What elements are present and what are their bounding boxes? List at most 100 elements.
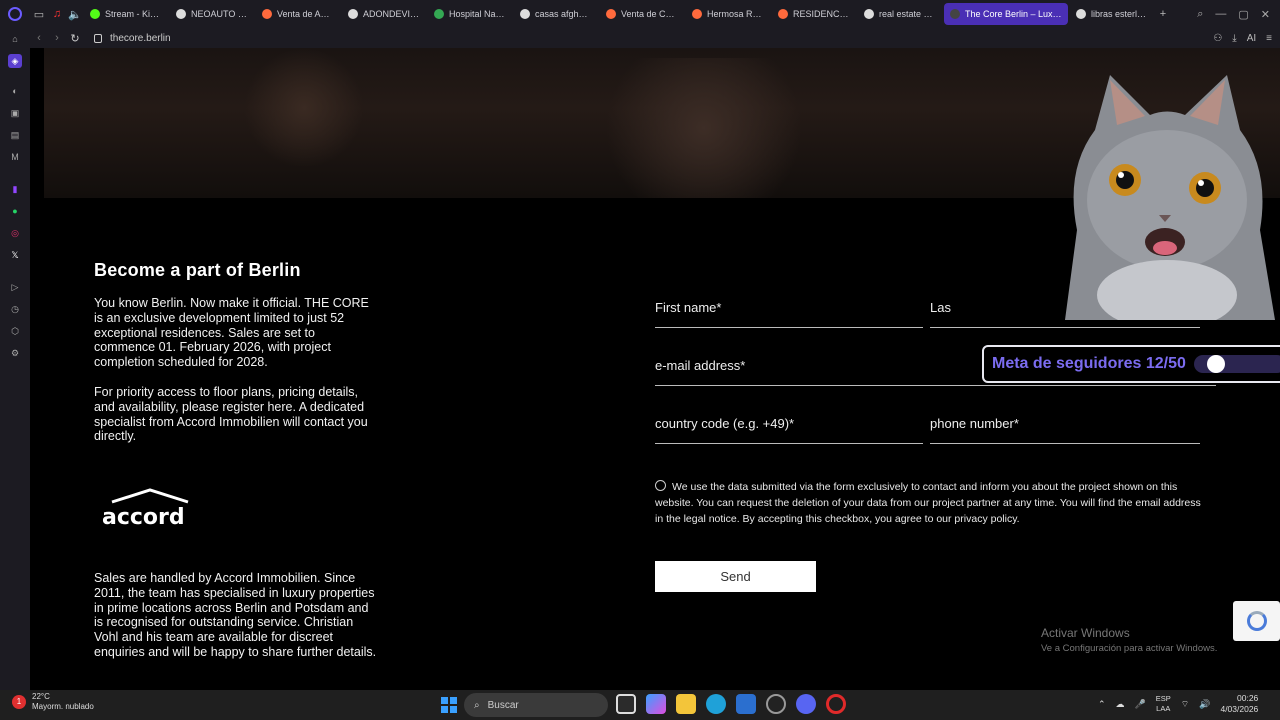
browser-tab[interactable]: Venta de Autos [256,3,340,25]
whatsapp-icon[interactable]: ● [8,204,22,218]
last-name-label: Las [930,300,951,315]
back-icon[interactable]: ‹ [30,32,48,44]
tray-chevron-icon[interactable]: ⌃ [1098,699,1106,710]
instagram-icon[interactable]: ◎ [8,226,22,240]
reload-page-icon[interactable]: ↻ [66,32,84,45]
clock[interactable]: 00:26 4/03/2026 [1220,693,1258,715]
home-icon[interactable]: ⌂ [8,32,22,46]
accord-logo: accord [102,488,189,530]
tab-favicon-icon [950,9,960,19]
tab-label: Venta de Autos [277,9,334,19]
tab-favicon-icon [1076,9,1086,19]
consent-checkbox[interactable] [655,480,666,491]
activate-subtitle: Ve a Configuración para activar Windows. [1041,643,1218,654]
player-icon[interactable]: ▷ [8,280,22,294]
bag-icon[interactable]: ▣ [8,106,22,120]
volume-icon[interactable]: 🔊 [1199,699,1210,710]
lang-secondary: LAA [1156,704,1171,713]
minimize-icon[interactable]: — [1215,8,1226,21]
language-indicator[interactable]: ESP LAA [1156,694,1171,714]
windows-start-icon[interactable] [441,697,457,713]
sales-paragraph: Sales are handled by Accord Immobilien. … [94,571,377,659]
phone-field[interactable]: phone number* [930,414,1200,444]
folder-icon[interactable] [676,694,696,714]
browser-tab[interactable]: ADONDEVIVIR [342,3,426,25]
activate-windows-watermark: Activar Windows Ve a Configuración para … [1041,626,1217,654]
page-title: Become a part of Berlin [94,260,301,280]
store-icon[interactable] [736,694,756,714]
close-icon[interactable]: ✕ [1261,8,1270,21]
x-icon[interactable]: 𝕏 [8,248,22,262]
tab-label: Hermosa Resid [707,9,764,19]
download-icon[interactable]: ⤓ [1232,33,1236,44]
lock-icon [94,33,102,43]
tab-favicon-icon [434,9,444,19]
mic-icon[interactable]: 🎤 [1135,699,1146,710]
history-icon[interactable]: ◷ [8,302,22,316]
tab-favicon-icon [262,9,272,19]
follower-goal-progress [1193,355,1280,373]
phone-label: phone number* [930,416,1019,431]
tab-label: casas afghanis [535,9,592,19]
speaker-icon[interactable]: 🔈 [66,0,84,28]
url-field[interactable]: thecore.berlin [94,33,171,44]
intro-paragraph: You know Berlin. Now make it official. T… [94,296,369,370]
steam-like-icon[interactable] [766,694,786,714]
lang-primary: ESP [1155,694,1171,703]
messenger-m-icon[interactable]: M [8,150,22,164]
ai-button[interactable]: AI [1247,33,1256,44]
browser-tab[interactable]: Hospital Nacio [428,3,512,25]
new-tab-icon[interactable]: + [1154,0,1172,28]
browser-tab[interactable]: Stream - Kick D [84,3,168,25]
menu-icon[interactable]: ≡ [1266,33,1272,44]
browser-tab[interactable]: The Core Berlin – Luxury [944,3,1068,25]
gaming-icon[interactable]: ◈ [8,54,22,68]
opera-taskbar-icon[interactable] [826,694,846,714]
browser-tab[interactable]: casas afghanis [514,3,598,25]
tab-manager-icon[interactable]: ▭ [30,0,48,28]
weather-alert-icon: 1 [12,695,26,709]
follower-goal-widget: Meta de seguidores 12/50 [982,345,1280,383]
twitch-icon[interactable]: ▮ [8,182,22,196]
send-button[interactable]: Send [655,561,816,592]
extensions-icon[interactable]: ⬡ [8,324,22,338]
browser-tab[interactable]: Venta de Casa [600,3,684,25]
settings-icon[interactable]: ⚙ [8,346,22,360]
tab-favicon-icon [90,9,100,19]
browser-tab[interactable]: NEOAUTO - Bu [170,3,254,25]
tab-favicon-icon [606,9,616,19]
file-explorer-taskbar-icon[interactable] [616,694,636,714]
search-tabs-icon[interactable]: ⌕ [1197,8,1203,21]
browser-sidebar: ⌂ ◈ ◐ ▣ ▤ M ▮ ● ◎ 𝕏 ▷ ◷ ⬡ ⚙ [0,28,30,690]
opera-logo-icon[interactable] [0,0,30,28]
taskbar-search[interactable]: ⌕ Buscar [464,693,608,717]
tab-favicon-icon [520,9,530,19]
url-text[interactable]: thecore.berlin [110,33,171,44]
wifi-icon[interactable]: ⌔ [1181,699,1189,710]
logo-text: accord [102,505,185,530]
wallet-icon[interactable]: ▤ [8,128,22,142]
weather-widget[interactable]: 1 22°C Mayorm. nublado [12,692,94,712]
discord-icon[interactable] [796,694,816,714]
first-name-field[interactable]: First name* [655,298,923,328]
cloud-icon[interactable]: ☁ [1116,699,1125,710]
browser-tab[interactable]: libras esterlinas [1070,3,1154,25]
copilot-icon[interactable] [646,694,666,714]
windows-taskbar: 1 22°C Mayorm. nublado ⌕ Buscar ⌃ ☁ 🎤 ES… [0,690,1280,720]
browser-tab[interactable]: Hermosa Resid [686,3,770,25]
browser-tab[interactable]: real estate ber [858,3,942,25]
edge-icon[interactable] [706,694,726,714]
weather-temp: 22°C [32,692,50,701]
consent-text: We use the data submitted via the form e… [655,481,1201,525]
music-icon[interactable]: ♫ [48,0,66,28]
cat-overlay-image [1065,75,1275,320]
country-code-field[interactable]: country code (e.g. +49)* [655,414,923,444]
aria-icon[interactable]: ◐ [8,84,22,98]
tab-label: Stream - Kick D [105,9,162,19]
tab-label: ADONDEVIVIR [363,9,420,19]
recaptcha-badge[interactable] [1233,601,1280,641]
browser-tab[interactable]: RESIDENCIA E [772,3,856,25]
maximize-icon[interactable]: ▢ [1238,8,1248,21]
profile-icon[interactable]: ⚇ [1213,33,1222,44]
forward-icon[interactable]: › [48,32,66,44]
